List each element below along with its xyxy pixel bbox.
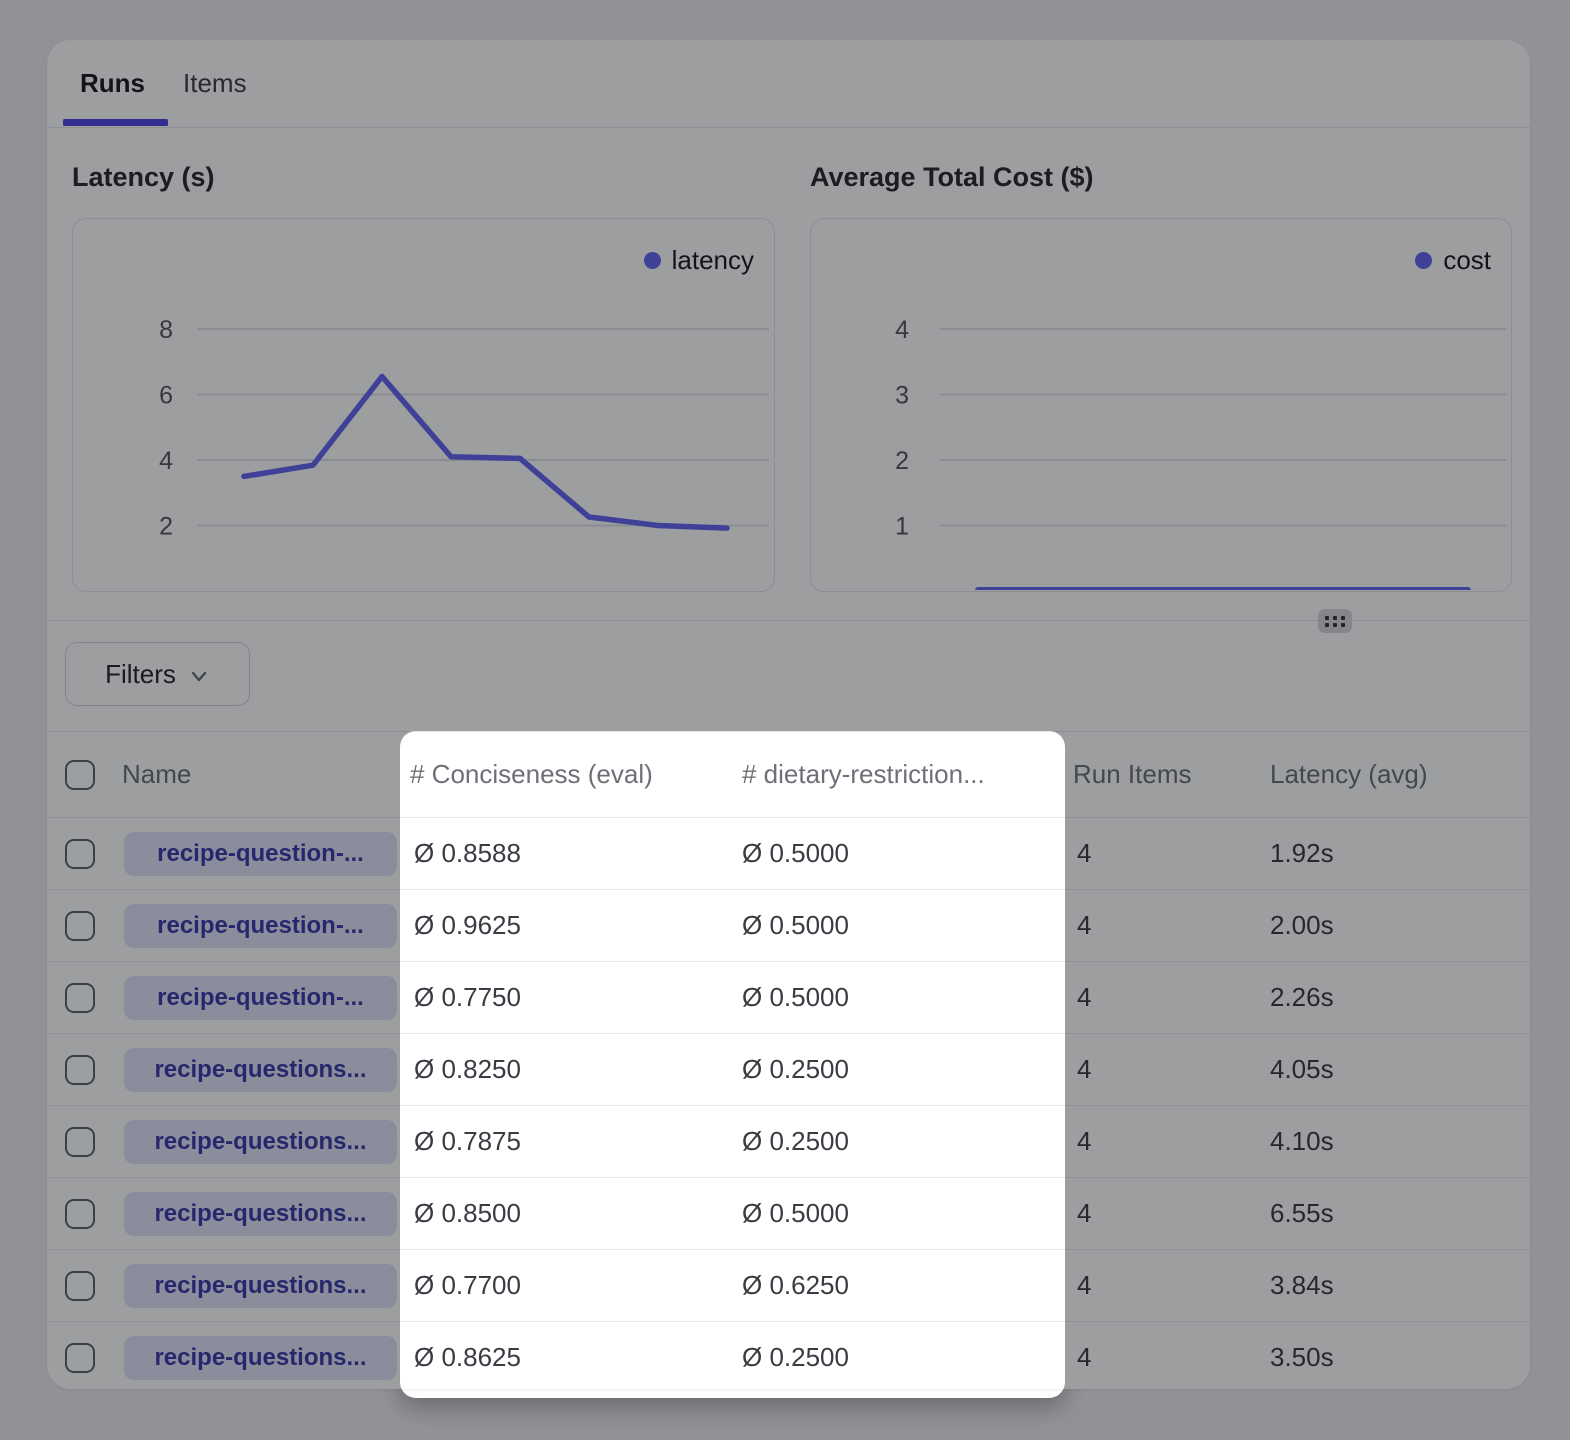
- dietary-restriction-score: Ø 0.5000: [732, 838, 1065, 869]
- cost-chart: 1 2 3 4: [811, 219, 1510, 590]
- run-items-count: 4: [1065, 1126, 1258, 1157]
- dietary-restriction-score: Ø 0.5000: [732, 982, 1065, 1013]
- latency-avg-value: 4.10s: [1258, 1126, 1530, 1157]
- table-row: recipe-questions...Ø 0.8500Ø 0.500046.55…: [47, 1178, 1530, 1250]
- run-items-count: 4: [1065, 910, 1258, 941]
- row-checkbox[interactable]: [65, 1127, 95, 1157]
- row-checkbox[interactable]: [65, 1271, 95, 1301]
- conciseness-score: Ø 0.8625: [400, 1342, 732, 1373]
- table-header-row: Name # Conciseness (eval) # dietary-rest…: [47, 732, 1530, 818]
- run-name-badge[interactable]: recipe-question-...: [124, 904, 397, 948]
- conciseness-score: Ø 0.9625: [400, 910, 732, 941]
- dietary-restriction-score: Ø 0.2500: [732, 1054, 1065, 1085]
- filters-button[interactable]: Filters: [65, 642, 250, 706]
- latency-avg-value: 3.84s: [1258, 1270, 1530, 1301]
- conciseness-score: Ø 0.7750: [400, 982, 732, 1013]
- cost-chart-title: Average Total Cost ($): [810, 162, 1094, 193]
- tab-items[interactable]: Items: [183, 68, 247, 99]
- tab-bar: Runs Items: [47, 40, 1530, 128]
- table-row: recipe-question-...Ø 0.8588Ø 0.500041.92…: [47, 818, 1530, 890]
- svg-text:4: 4: [159, 447, 173, 475]
- dietary-restriction-score: Ø 0.2500: [732, 1126, 1065, 1157]
- table-row: recipe-questions...Ø 0.8250Ø 0.250044.05…: [47, 1034, 1530, 1106]
- chevron-down-icon: [188, 665, 210, 687]
- latency-avg-value: 4.05s: [1258, 1054, 1530, 1085]
- run-name-badge[interactable]: recipe-questions...: [124, 1048, 397, 1092]
- run-items-count: 4: [1065, 1270, 1258, 1301]
- run-items-count: 4: [1065, 1198, 1258, 1229]
- run-name-badge[interactable]: recipe-question-...: [124, 976, 397, 1020]
- table-row: recipe-questions...Ø 0.8625Ø 0.250043.50…: [47, 1322, 1530, 1389]
- svg-text:8: 8: [159, 316, 173, 344]
- row-checkbox[interactable]: [65, 983, 95, 1013]
- conciseness-score: Ø 0.7700: [400, 1270, 732, 1301]
- column-header-conciseness: # Conciseness (eval): [400, 759, 732, 790]
- conciseness-score: Ø 0.8588: [400, 838, 732, 869]
- latency-avg-value: 6.55s: [1258, 1198, 1530, 1229]
- svg-text:2: 2: [895, 447, 909, 475]
- row-checkbox[interactable]: [65, 1343, 95, 1373]
- latency-chart-legend: latency: [644, 245, 754, 276]
- row-checkbox[interactable]: [65, 839, 95, 869]
- row-checkbox[interactable]: [65, 1199, 95, 1229]
- drag-dots-icon: [1325, 616, 1345, 627]
- row-checkbox[interactable]: [65, 911, 95, 941]
- latency-legend-dot-icon: [644, 252, 661, 269]
- latency-legend-label: latency: [672, 245, 754, 276]
- table-row: recipe-questions...Ø 0.7700Ø 0.625043.84…: [47, 1250, 1530, 1322]
- conciseness-score: Ø 0.7875: [400, 1126, 732, 1157]
- latency-avg-value: 2.00s: [1258, 910, 1530, 941]
- run-name-badge[interactable]: recipe-questions...: [124, 1120, 397, 1164]
- svg-text:6: 6: [159, 382, 173, 410]
- run-name-badge[interactable]: recipe-question-...: [124, 832, 397, 876]
- active-tab-indicator: [63, 119, 168, 126]
- svg-text:2: 2: [159, 513, 173, 541]
- column-header-run-items: Run Items: [1065, 759, 1258, 790]
- table-row: recipe-questions...Ø 0.7875Ø 0.250044.10…: [47, 1106, 1530, 1178]
- dietary-restriction-score: Ø 0.2500: [732, 1342, 1065, 1373]
- run-name-badge[interactable]: recipe-questions...: [124, 1192, 397, 1236]
- column-header-latency-avg: Latency (avg): [1258, 759, 1530, 790]
- cost-chart-card: 1 2 3 4 cost: [810, 218, 1512, 592]
- run-items-count: 4: [1065, 1342, 1258, 1373]
- run-items-count: 4: [1065, 982, 1258, 1013]
- run-items-count: 4: [1065, 1054, 1258, 1085]
- latency-chart-title: Latency (s): [72, 162, 215, 193]
- dietary-restriction-score: Ø 0.6250: [732, 1270, 1065, 1301]
- table-row: recipe-question-...Ø 0.9625Ø 0.500042.00…: [47, 890, 1530, 962]
- tab-runs[interactable]: Runs: [80, 68, 145, 99]
- runs-table: Name # Conciseness (eval) # dietary-rest…: [47, 731, 1530, 1389]
- runs-table-body: recipe-question-...Ø 0.8588Ø 0.500041.92…: [47, 818, 1530, 1389]
- cost-legend-dot-icon: [1415, 252, 1432, 269]
- conciseness-score: Ø 0.8500: [400, 1198, 732, 1229]
- dietary-restriction-score: Ø 0.5000: [732, 910, 1065, 941]
- select-all-checkbox[interactable]: [65, 760, 95, 790]
- dietary-restriction-score: Ø 0.5000: [732, 1198, 1065, 1229]
- run-name-badge[interactable]: recipe-questions...: [124, 1264, 397, 1308]
- cost-legend-label: cost: [1443, 245, 1491, 276]
- latency-chart-card: 2 4 6 8 latency: [72, 218, 775, 592]
- filters-button-label: Filters: [105, 659, 176, 690]
- svg-text:4: 4: [895, 316, 909, 344]
- runs-panel: Runs Items Latency (s) Average Total Cos…: [47, 40, 1530, 1389]
- svg-text:1: 1: [895, 513, 909, 541]
- row-checkbox[interactable]: [65, 1055, 95, 1085]
- run-name-badge[interactable]: recipe-questions...: [124, 1336, 397, 1380]
- run-items-count: 4: [1065, 838, 1258, 869]
- svg-text:3: 3: [895, 382, 909, 410]
- section-divider: [47, 620, 1530, 621]
- cost-chart-legend: cost: [1415, 245, 1491, 276]
- column-header-dietary-restriction: # dietary-restriction...: [732, 759, 1065, 790]
- conciseness-score: Ø 0.8250: [400, 1054, 732, 1085]
- latency-avg-value: 2.26s: [1258, 982, 1530, 1013]
- table-row: recipe-question-...Ø 0.7750Ø 0.500042.26…: [47, 962, 1530, 1034]
- resize-drag-handle[interactable]: [1318, 609, 1352, 633]
- column-header-name: Name: [122, 759, 400, 790]
- latency-avg-value: 3.50s: [1258, 1342, 1530, 1373]
- latency-avg-value: 1.92s: [1258, 838, 1530, 869]
